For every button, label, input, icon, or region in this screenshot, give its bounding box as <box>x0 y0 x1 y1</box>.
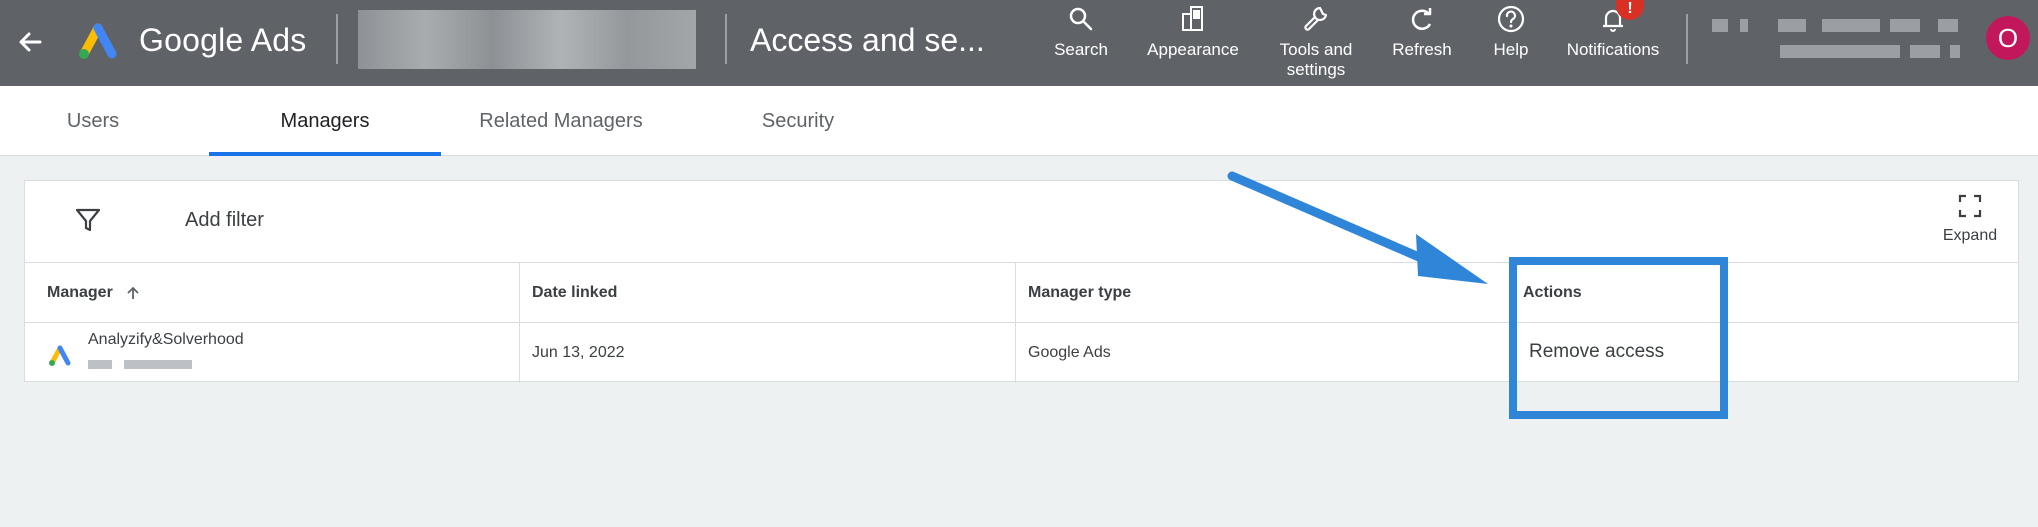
manager-id-redacted <box>124 360 192 369</box>
notifications-button[interactable]: Notifications <box>1558 4 1668 60</box>
sort-ascending-icon <box>127 286 139 299</box>
tab-users[interactable]: Users <box>40 86 146 156</box>
appearance-button[interactable]: Appearance <box>1142 4 1244 60</box>
tab-bar: Users Managers Related Managers Security <box>0 86 2038 156</box>
tools-and-settings-label: Tools and settings <box>1279 40 1353 79</box>
notifications-label: Notifications <box>1566 40 1660 59</box>
annotation-arrow <box>1227 171 1488 284</box>
search-icon <box>1069 7 1093 31</box>
search-button[interactable]: Search <box>1046 4 1116 60</box>
brand-name[interactable]: Google Ads <box>139 22 306 59</box>
tab-managers[interactable]: Managers <box>209 86 441 156</box>
account-selector-redacted[interactable] <box>358 10 696 69</box>
page-title: Access and se... <box>750 22 985 58</box>
avatar[interactable]: O <box>1986 16 2030 60</box>
date-linked-cell: Jun 13, 2022 <box>532 344 625 361</box>
appearance-icon <box>1182 6 1203 31</box>
appearance-label: Appearance <box>1147 40 1239 59</box>
tab-security[interactable]: Security <box>734 86 862 156</box>
google-ads-logo-icon[interactable] <box>76 20 120 60</box>
top-app-bar: Google Ads Access and se... Search Appea… <box>0 0 2038 86</box>
manager-id-redacted <box>88 360 112 369</box>
tools-and-settings-button[interactable]: Tools and settings <box>1270 4 1362 80</box>
help-button[interactable]: Help <box>1486 4 1536 60</box>
wrench-icon <box>1304 6 1328 31</box>
refresh-button[interactable]: Refresh <box>1386 4 1458 60</box>
help-label: Help <box>1493 40 1529 59</box>
search-label: Search <box>1054 40 1108 59</box>
back-arrow-icon[interactable] <box>10 22 50 62</box>
column-header-date-linked[interactable]: Date linked <box>520 263 1000 323</box>
help-icon <box>1497 5 1525 33</box>
column-label: Manager <box>47 284 113 301</box>
expand-label: Expand <box>1942 227 1998 244</box>
google-ads-logo-icon <box>49 345 71 366</box>
column-header-manager[interactable]: Manager <box>35 263 515 323</box>
annotation-highlight-box <box>1509 257 1728 419</box>
tab-related-managers[interactable]: Related Managers <box>460 86 662 156</box>
refresh-icon <box>1411 8 1432 30</box>
expand-button[interactable]: Expand <box>1936 193 2004 245</box>
filter-bar: Add filter Expand <box>25 181 2018 263</box>
fullscreen-icon <box>1958 194 1982 218</box>
divider <box>1686 14 1688 64</box>
divider <box>725 14 727 64</box>
manager-name[interactable]: Analyzify&Solverhood <box>88 331 244 349</box>
manager-type-cell: Google Ads <box>1028 344 1111 361</box>
add-filter-button[interactable]: Add filter <box>185 209 264 232</box>
filter-icon[interactable] <box>73 205 103 235</box>
refresh-label: Refresh <box>1392 40 1452 59</box>
divider <box>336 14 338 64</box>
